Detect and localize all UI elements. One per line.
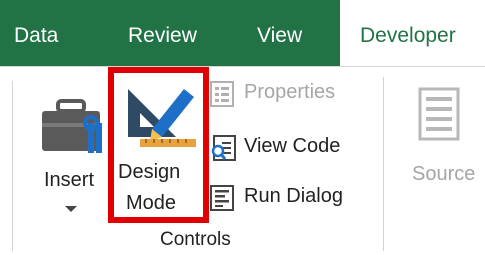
group-separator-left [12, 81, 13, 251]
properties-button[interactable]: Properties [210, 77, 360, 109]
view-code-button[interactable]: View Code [210, 131, 360, 163]
tab-developer[interactable]: Developer [340, 0, 485, 66]
ribbon-tab-bar: Data Review View Developer [0, 0, 485, 66]
source-label: Source [412, 163, 476, 185]
design-mode-highlight [108, 67, 209, 223]
insert-label: Insert [44, 169, 95, 191]
insert-button[interactable]: Insert [28, 75, 120, 235]
toolbox-icon [42, 99, 102, 153]
group-separator [383, 77, 384, 251]
run-dialog-icon [210, 185, 234, 211]
chevron-down-icon [65, 206, 77, 212]
tab-review[interactable]: Review [128, 0, 197, 66]
source-icon [418, 87, 460, 141]
run-dialog-label: Run Dialog [244, 185, 343, 207]
properties-icon [210, 81, 234, 107]
properties-label: Properties [244, 81, 336, 103]
source-button[interactable]: Source [400, 75, 485, 185]
developer-ribbon: Insert Design Mode Properties View Code … [0, 66, 485, 255]
tab-data[interactable]: Data [14, 0, 58, 66]
view-code-icon [211, 135, 236, 161]
controls-group-label: Controls [160, 229, 231, 250]
run-dialog-button[interactable]: Run Dialog [210, 181, 360, 213]
tab-view[interactable]: View [257, 0, 302, 66]
view-code-label: View Code [244, 135, 341, 157]
